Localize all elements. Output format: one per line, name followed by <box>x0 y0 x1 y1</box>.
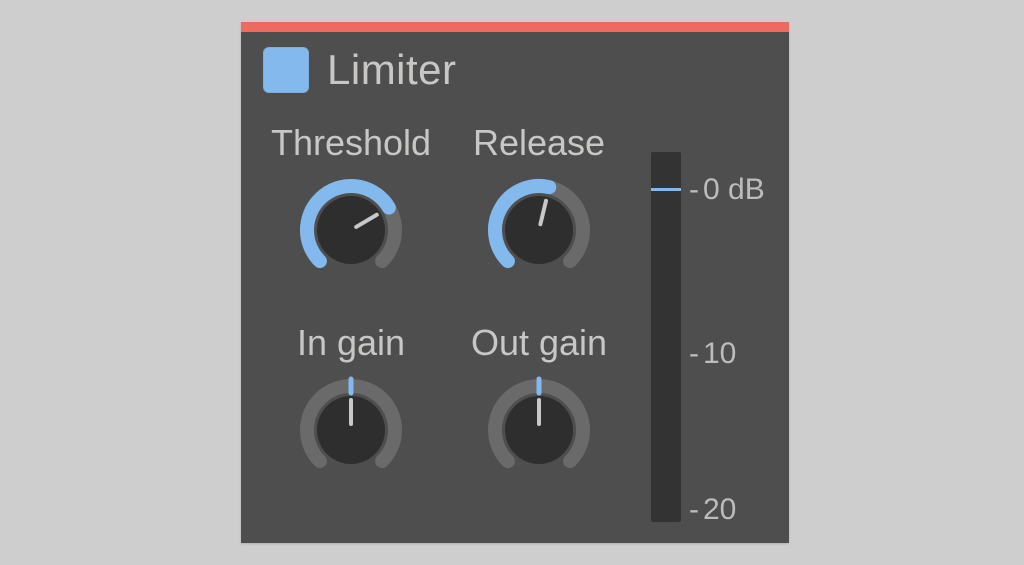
meter-tick-0: -0 dB <box>689 173 765 207</box>
meter-marker <box>651 188 681 191</box>
enable-toggle[interactable] <box>263 47 309 93</box>
threshold-label: Threshold <box>261 122 441 164</box>
release-knob[interactable] <box>479 168 599 288</box>
panel-title: Limiter <box>327 46 457 94</box>
panel-topbar <box>241 22 789 32</box>
out-gain-control: Out gain <box>449 322 629 488</box>
panel-header: Limiter <box>263 46 457 94</box>
release-label: Release <box>449 122 629 164</box>
meter-track <box>651 152 681 522</box>
threshold-knob[interactable] <box>291 168 411 288</box>
threshold-control: Threshold <box>261 122 441 288</box>
in-gain-control: In gain <box>261 322 441 488</box>
in-gain-label: In gain <box>261 322 441 364</box>
release-control: Release <box>449 122 629 288</box>
meter-tick-2: -20 <box>689 493 736 527</box>
out-gain-label: Out gain <box>449 322 629 364</box>
in-gain-knob[interactable] <box>291 368 411 488</box>
limiter-panel: Limiter Threshold Release <box>241 22 789 543</box>
meter-tick-1: -10 <box>689 337 736 371</box>
gain-reduction-meter: -0 dB -10 -20 <box>651 152 781 522</box>
out-gain-knob[interactable] <box>479 368 599 488</box>
